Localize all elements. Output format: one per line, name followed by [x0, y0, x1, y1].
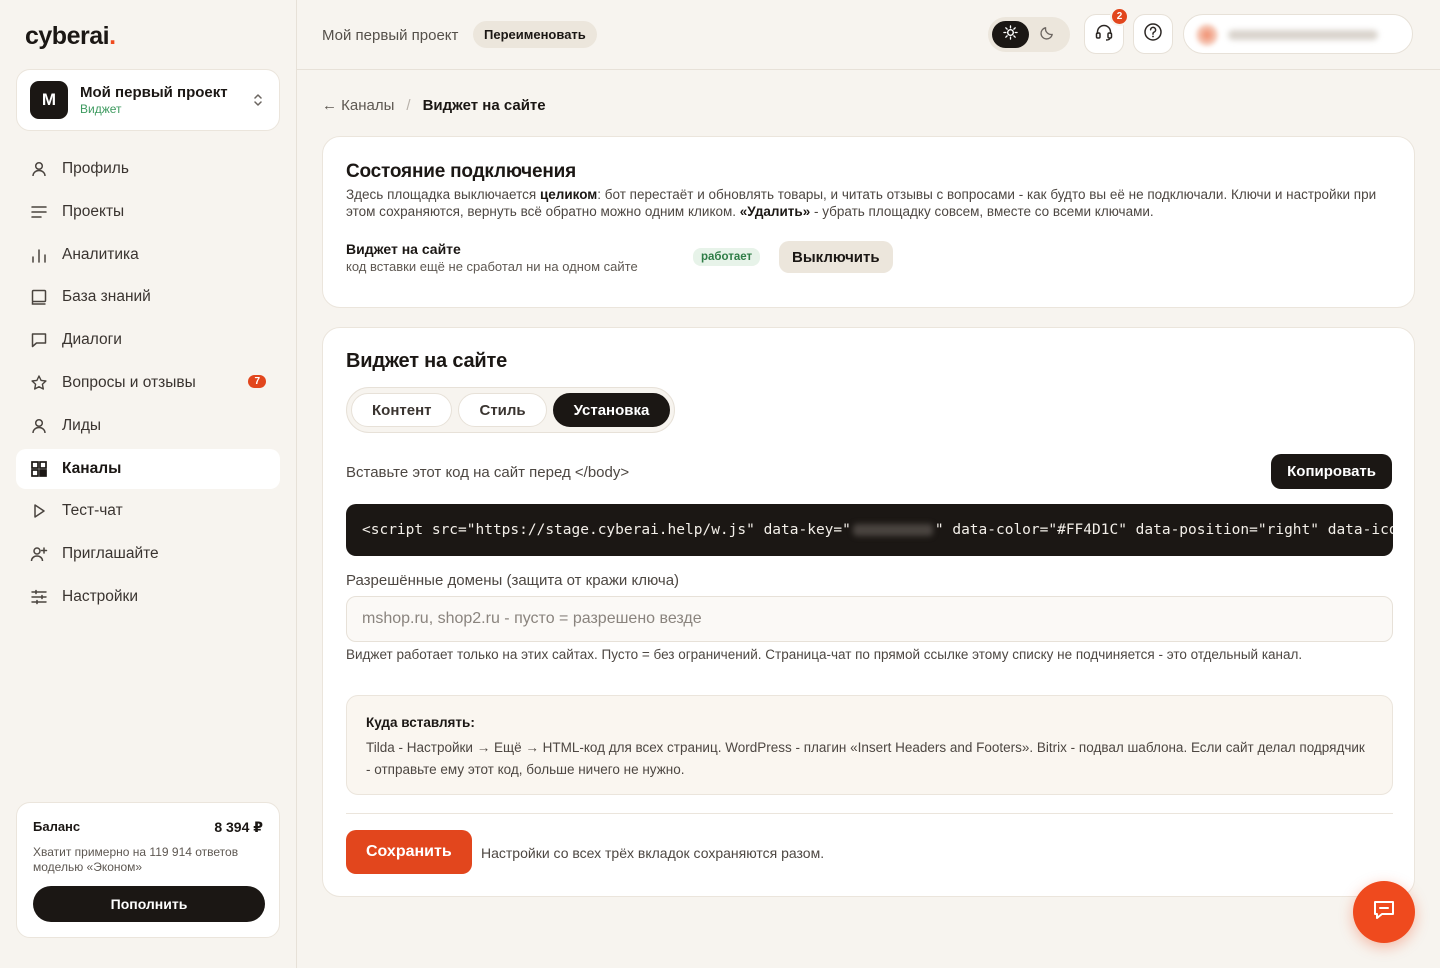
project-name: Мой первый проект	[80, 84, 228, 101]
reviews-count-badge: 7	[248, 374, 266, 388]
balance-description: Хватит примерно на 119 914 ответов модел…	[33, 845, 239, 874]
chat-launcher-button[interactable]	[1353, 881, 1415, 943]
sidebar-item-analytics[interactable]: Аналитика	[16, 235, 280, 275]
user-icon	[30, 160, 48, 178]
sidebar-item-settings[interactable]: Настройки	[16, 577, 280, 617]
topup-button[interactable]: Пополнить	[33, 886, 265, 922]
logo[interactable]: cyberai.	[25, 22, 116, 51]
balance-label: Баланс	[33, 819, 81, 834]
connection-card: Состояние подключения Здесь площадка вык…	[322, 136, 1415, 308]
sidebar-item-label: Диалоги	[62, 331, 122, 349]
topbar: Мой первый проект Переименовать 2	[297, 0, 1440, 70]
support-button[interactable]: 2	[1084, 7, 1129, 54]
widget-tabs: Контент Стиль Установка	[346, 387, 676, 433]
rename-button[interactable]: Переименовать	[473, 21, 597, 48]
list-icon	[30, 203, 48, 221]
breadcrumb-current: Виджет на сайте	[422, 97, 546, 114]
project-subtitle: Виджет	[80, 102, 122, 116]
avatar	[1196, 24, 1218, 46]
moon-icon	[1040, 25, 1055, 45]
redacted-key	[852, 524, 933, 536]
balance-value: 8 394 ₽	[214, 819, 263, 835]
sidebar-item-label: Каналы	[62, 459, 122, 477]
play-icon	[30, 502, 48, 520]
sidebar-item-label: Аналитика	[62, 245, 139, 263]
domains-input[interactable]	[346, 596, 1393, 642]
topbar-project-name: Мой первый проект	[322, 27, 459, 44]
breadcrumb-separator: /	[406, 97, 411, 114]
breadcrumb-back-link[interactable]: ← Каналы	[322, 97, 394, 114]
sidebar-item-reviews[interactable]: Вопросы и отзывы 7	[16, 363, 280, 403]
book-icon	[30, 288, 48, 306]
tab-install[interactable]: Установка	[552, 393, 671, 427]
person-icon	[30, 417, 48, 435]
help-button[interactable]	[1133, 14, 1173, 54]
save-note: Настройки со всех трёх вкладок сохраняют…	[481, 845, 825, 861]
status-subtitle: код вставки ещё не сработал ни на одном …	[346, 259, 638, 274]
breadcrumb: ← Каналы / Виджет на сайте	[322, 97, 546, 114]
sidebar-item-invite[interactable]: Приглашайте	[16, 534, 280, 574]
copy-button[interactable]: Копировать	[1271, 454, 1392, 489]
user-menu[interactable]	[1183, 14, 1413, 54]
where-text: Tilda - Настройки → Ещё → HTML-код для в…	[366, 740, 1365, 777]
status-title: Виджет на сайте	[346, 241, 461, 257]
sidebar-item-leads[interactable]: Лиды	[16, 406, 280, 446]
divider	[346, 813, 1393, 814]
sidebar-item-label: Проекты	[62, 202, 125, 220]
sidebar-item-knowledge-base[interactable]: База знаний	[16, 277, 280, 317]
support-count-badge: 2	[1110, 7, 1129, 26]
sidebar-item-label: Настройки	[62, 587, 139, 605]
headset-icon	[1094, 22, 1114, 47]
where-to-insert-box: Куда вставлять: Tilda - Настройки → Ещё …	[346, 695, 1393, 795]
chevron-up-down-icon	[253, 92, 263, 109]
grid-icon	[30, 460, 48, 478]
user-email-redacted	[1228, 30, 1378, 40]
sun-icon	[1003, 24, 1018, 45]
sidebar-item-dialogs[interactable]: Диалоги	[16, 320, 280, 360]
sidebar-item-label: Приглашайте	[62, 545, 159, 563]
balance-card: Баланс 8 394 ₽ Хватит примерно на 119 91…	[16, 802, 280, 938]
sidebar-item-label: Лиды	[62, 416, 102, 434]
sidebar-item-projects[interactable]: Проекты	[16, 192, 280, 232]
sidebar-item-profile[interactable]: Профиль	[16, 149, 280, 189]
sidebar-item-label: Профиль	[62, 160, 129, 177]
where-title: Куда вставлять:	[366, 715, 475, 730]
sidebar-nav: Профиль Проекты Аналитика База знаний Ди…	[16, 149, 280, 620]
sidebar-item-channels[interactable]: Каналы	[16, 448, 280, 489]
project-avatar: M	[30, 81, 68, 119]
chat-icon	[1371, 897, 1397, 928]
sidebar-item-label: Тест-чат	[62, 502, 123, 520]
tab-style[interactable]: Стиль	[458, 393, 547, 427]
connection-title: Состояние подключения	[346, 161, 576, 182]
sidebar-item-label: База знаний	[62, 288, 151, 306]
message-icon	[30, 331, 48, 349]
sidebar-item-test-chat[interactable]: Тест-чат	[16, 491, 280, 531]
widget-title: Виджет на сайте	[346, 350, 508, 372]
star-icon	[30, 374, 48, 392]
theme-light-button[interactable]	[992, 21, 1029, 48]
sliders-icon	[30, 588, 48, 606]
question-icon	[1143, 22, 1163, 47]
insert-code-label: Вставьте этот код на сайт перед </body>	[346, 464, 630, 481]
disable-button[interactable]: Выключить	[779, 241, 893, 273]
embed-code: <script src="https://stage.cyberai.help/…	[362, 522, 1393, 538]
bar-chart-icon	[30, 246, 48, 264]
sidebar-item-label: Вопросы и отзывы	[62, 373, 196, 391]
embed-code-block[interactable]: <script src="https://stage.cyberai.help/…	[346, 504, 1393, 556]
theme-toggle	[988, 17, 1070, 52]
domains-label: Разрешённые домены (защита от кражи ключ…	[346, 572, 680, 589]
domains-help-text: Виджет работает только на этих сайтах. П…	[346, 647, 1303, 662]
user-plus-icon	[30, 545, 48, 563]
project-switcher[interactable]: M Мой первый проект Виджет	[16, 69, 280, 131]
widget-card: Виджет на сайте Контент Стиль Установка …	[322, 327, 1415, 897]
theme-dark-button[interactable]	[1029, 21, 1066, 48]
status-badge: работает	[693, 248, 761, 266]
tab-content[interactable]: Контент	[351, 393, 453, 427]
sidebar: cyberai. M Мой первый проект Виджет Проф…	[0, 0, 297, 968]
save-button[interactable]: Сохранить	[346, 830, 472, 874]
connection-description: Здесь площадка выключается целиком: бот …	[346, 187, 1377, 219]
